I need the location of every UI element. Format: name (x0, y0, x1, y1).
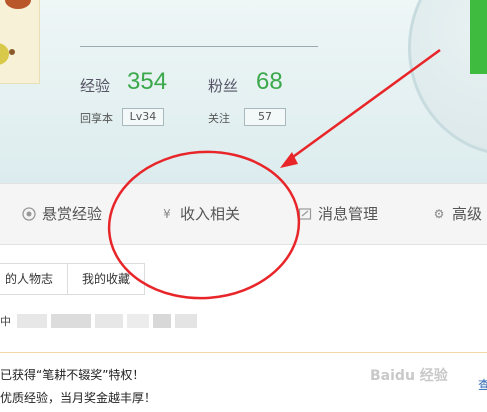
replies-label: 回享本 (80, 112, 113, 125)
tab-bounty-exp[interactable]: 悬赏经验 (22, 203, 102, 224)
level-badge: Lv34 (122, 108, 164, 126)
tab-label: 悬赏经验 (42, 205, 103, 223)
exp-label: 经验 (80, 77, 111, 95)
tab-bar: 悬赏经验 ¥ 收入相关 消息管理 ⚙ 高级 (0, 183, 487, 245)
notice-divider (0, 352, 487, 353)
avatar-shape (9, 49, 15, 55)
redacted-block (153, 314, 171, 328)
blur-prefix: 中 (0, 315, 11, 328)
exp-value: 354 (127, 68, 168, 95)
notice-line-2: 优质经验，当月奖金越丰厚！ (0, 391, 157, 405)
notice-line-1: 已获得“笔耕不辍奖”特权！ (0, 368, 145, 382)
gear-icon: ⚙ (433, 206, 445, 221)
avatar-shape (0, 43, 9, 65)
profile-header: 经验 354 粉丝 68 回享本 Lv34 关注 57 (0, 0, 487, 183)
tab-income[interactable]: ¥ 收入相关 (160, 203, 240, 224)
message-icon (298, 207, 312, 221)
tab-label: 收入相关 (180, 205, 241, 223)
coin-icon (22, 206, 36, 221)
tab-label: 高级 (452, 205, 483, 223)
view-link[interactable]: 查 (478, 376, 487, 393)
fans-value[interactable]: 68 (256, 68, 283, 96)
subtab-favorites[interactable]: 我的收藏 (67, 263, 146, 295)
follow-count[interactable]: 57 (244, 108, 286, 126)
redacted-block (17, 314, 47, 328)
subtab-people[interactable]: 的人物志 (0, 263, 68, 295)
fans-label: 粉丝 (208, 77, 239, 95)
redacted-block (95, 314, 123, 328)
avatar-shape (5, 0, 31, 9)
tab-label: 消息管理 (318, 205, 379, 223)
progress-bar (470, 0, 487, 74)
yen-icon: ¥ (163, 206, 171, 221)
blurred-row: 中 (0, 313, 201, 329)
tab-advanced[interactable]: ⚙ 高级 (432, 203, 482, 224)
watermark-logo: Baidu 经验 (370, 368, 448, 384)
follow-label: 关注 (208, 112, 230, 125)
redacted-block (127, 314, 149, 328)
redacted-block (175, 314, 197, 328)
sub-tabs: 的人物志 我的收藏 (0, 263, 146, 295)
tab-messages[interactable]: 消息管理 (298, 203, 378, 224)
redacted-block (51, 314, 91, 328)
header-divider (80, 46, 318, 47)
avatar[interactable] (0, 0, 40, 84)
